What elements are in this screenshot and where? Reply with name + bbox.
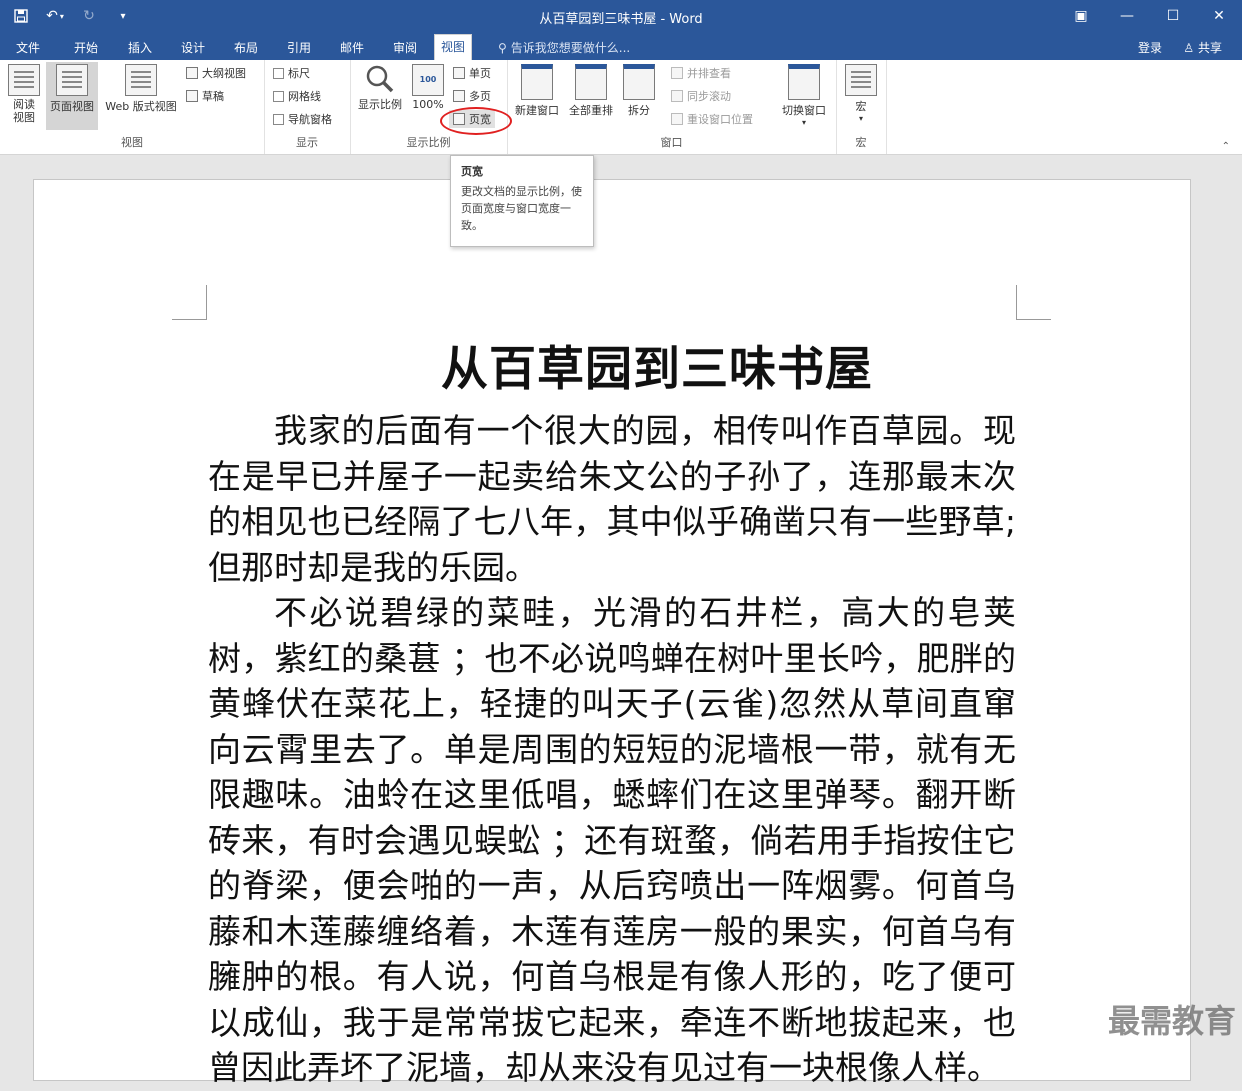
one-page-button[interactable]: 单页 bbox=[453, 64, 491, 82]
gridlines-checkbox[interactable]: 网格线 bbox=[273, 87, 321, 105]
split-button[interactable]: 拆分 bbox=[619, 62, 659, 118]
tell-me-box[interactable]: ⚲ 告诉我您想要做什么... bbox=[498, 37, 630, 59]
split-icon bbox=[623, 64, 655, 100]
print-layout-icon bbox=[56, 64, 88, 96]
arrange-all-button[interactable]: 全部重排 bbox=[565, 62, 617, 118]
close-button[interactable]: ✕ bbox=[1196, 0, 1242, 32]
sync-scroll-icon bbox=[671, 90, 683, 102]
document-page[interactable]: 从百草园到三味书屋 我家的后面有一个很大的园，相传叫作百草园。现在是早已并屋子一… bbox=[33, 179, 1191, 1087]
new-window-icon bbox=[521, 64, 553, 100]
ruler-checkbox[interactable]: 标尺 bbox=[273, 64, 310, 82]
window-controls: ▣ — ☐ ✕ bbox=[1058, 0, 1242, 32]
reset-position-icon bbox=[671, 113, 683, 125]
maximize-button[interactable]: ☐ bbox=[1150, 0, 1196, 32]
new-window-button[interactable]: 新建窗口 bbox=[511, 62, 563, 118]
tab-review[interactable]: 审阅 bbox=[387, 37, 423, 59]
ruler-check-icon bbox=[273, 67, 284, 79]
chevron-down-icon: ▾ bbox=[801, 118, 806, 127]
document-body[interactable]: 我家的后面有一个很大的园，相传叫作百草园。现在是早已并屋子一起卖给朱文公的子孙了… bbox=[208, 408, 1016, 1091]
hundred-percent-icon: 100 bbox=[412, 64, 444, 96]
outline-button[interactable]: 大纲视图 bbox=[186, 64, 246, 82]
nav-pane-check-icon bbox=[273, 113, 284, 125]
person-icon: ♙ bbox=[1183, 41, 1195, 55]
web-layout-button[interactable]: Web 版式视图 bbox=[100, 62, 182, 114]
ribbon-display-options-button[interactable]: ▣ bbox=[1058, 0, 1104, 32]
macros-group: 宏 ▾ 宏 bbox=[836, 60, 887, 154]
paragraph[interactable]: 我家的后面有一个很大的园，相传叫作百草园。现在是早已并屋子一起卖给朱文公的子孙了… bbox=[208, 408, 1016, 590]
macros-button[interactable]: 宏 ▾ bbox=[842, 62, 880, 123]
view-group-label: 视图 bbox=[121, 136, 143, 149]
magnifier-icon bbox=[365, 64, 395, 94]
ribbon-tabs: 文件 开始 插入 设计 布局 引用 邮件 审阅 视图 ⚲ 告诉我您想要做什么..… bbox=[0, 32, 1242, 61]
share-button[interactable]: ♙ 共享 bbox=[1183, 37, 1222, 59]
window-group: 新建窗口 全部重排 拆分 并排查看 同步滚动 重设窗口位置 切换窗口 ▾ 窗口 bbox=[507, 60, 837, 154]
tab-references[interactable]: 引用 bbox=[281, 37, 317, 59]
ribbon: 阅读 视图 页面视图 Web 版式视图 大纲视图 草稿 视图 标尺 网格线 导航… bbox=[0, 60, 1242, 155]
zoom-100-button[interactable]: 100 100% bbox=[408, 62, 448, 111]
multiple-pages-icon bbox=[453, 90, 465, 102]
margin-corner-top-right bbox=[1016, 285, 1051, 320]
show-group: 标尺 网格线 导航窗格 显示 bbox=[264, 60, 351, 154]
tooltip-title: 页宽 bbox=[461, 165, 483, 178]
paragraph[interactable]: 不必说碧绿的菜畦，光滑的石井栏，高大的皂荚树，紫红的桑葚 ；也不必说鸣蝉在树叶里… bbox=[208, 590, 1016, 1091]
share-label: 共享 bbox=[1197, 41, 1222, 55]
gridlines-check-icon bbox=[273, 90, 284, 102]
switch-windows-button[interactable]: 切换窗口 ▾ bbox=[777, 62, 831, 127]
outline-icon bbox=[186, 67, 198, 79]
macros-group-label: 宏 bbox=[855, 136, 867, 149]
print-layout-button[interactable]: 页面视图 bbox=[46, 62, 98, 130]
read-mode-icon bbox=[8, 64, 40, 96]
sync-scroll-button[interactable]: 同步滚动 bbox=[671, 87, 731, 105]
tab-mailings[interactable]: 邮件 bbox=[334, 37, 370, 59]
watermark: 最需教育 bbox=[1107, 1002, 1236, 1040]
tab-design[interactable]: 设计 bbox=[175, 37, 211, 59]
window-title: 从百草园到三味书屋 - Word bbox=[539, 12, 703, 27]
arrange-all-icon bbox=[575, 64, 607, 100]
view-side-by-side-button[interactable]: 并排查看 bbox=[671, 64, 731, 82]
chevron-down-icon: ▾ bbox=[858, 114, 863, 123]
page-width-tooltip: 页宽 更改文档的显示比例，使页面宽度与窗口宽度一致。 bbox=[450, 155, 594, 247]
margin-corner-top-left bbox=[172, 285, 207, 320]
multiple-pages-button[interactable]: 多页 bbox=[453, 87, 491, 105]
draft-button[interactable]: 草稿 bbox=[186, 87, 224, 105]
tooltip-body: 更改文档的显示比例，使页面宽度与窗口宽度一致。 bbox=[461, 185, 582, 232]
title-bar: ↶ ▾ ↻ ▾ 从百草园到三味书屋 - Word ▣ — ☐ ✕ bbox=[0, 0, 1242, 32]
one-page-icon bbox=[453, 67, 465, 79]
web-layout-icon bbox=[125, 64, 157, 96]
tell-me-text: 告诉我您想要做什么... bbox=[510, 41, 631, 55]
window-group-label: 窗口 bbox=[660, 136, 683, 149]
document-title[interactable]: 从百草园到三味书屋 bbox=[208, 330, 1016, 399]
draft-icon bbox=[186, 90, 198, 102]
side-by-side-icon bbox=[671, 67, 683, 79]
minimize-button[interactable]: — bbox=[1104, 0, 1150, 32]
show-group-label: 显示 bbox=[296, 136, 318, 149]
macros-icon bbox=[845, 64, 877, 96]
tab-file[interactable]: 文件 bbox=[10, 37, 46, 59]
tab-home[interactable]: 开始 bbox=[68, 37, 104, 59]
nav-pane-checkbox[interactable]: 导航窗格 bbox=[273, 110, 332, 128]
sign-in-link[interactable]: 登录 bbox=[1138, 37, 1162, 59]
reset-window-position-button[interactable]: 重设窗口位置 bbox=[671, 110, 753, 128]
tab-layout[interactable]: 布局 bbox=[228, 37, 264, 59]
zoom-button[interactable]: 显示比例 bbox=[354, 62, 406, 112]
collapse-ribbon-icon[interactable]: ⌃ bbox=[1222, 141, 1230, 152]
tab-insert[interactable]: 插入 bbox=[122, 37, 158, 59]
switch-windows-icon bbox=[788, 64, 820, 100]
lightbulb-icon: ⚲ bbox=[498, 41, 507, 55]
tab-view[interactable]: 视图 bbox=[434, 34, 473, 61]
read-mode-button[interactable]: 阅读 视图 bbox=[4, 62, 44, 124]
highlight-circle bbox=[440, 107, 512, 135]
view-group: 阅读 视图 页面视图 Web 版式视图 大纲视图 草稿 视图 bbox=[0, 60, 265, 154]
document-area[interactable]: 从百草园到三味书屋 我家的后面有一个很大的园，相传叫作百草园。现在是早已并屋子一… bbox=[0, 155, 1242, 1087]
zoom-group-label: 显示比例 bbox=[406, 136, 451, 149]
